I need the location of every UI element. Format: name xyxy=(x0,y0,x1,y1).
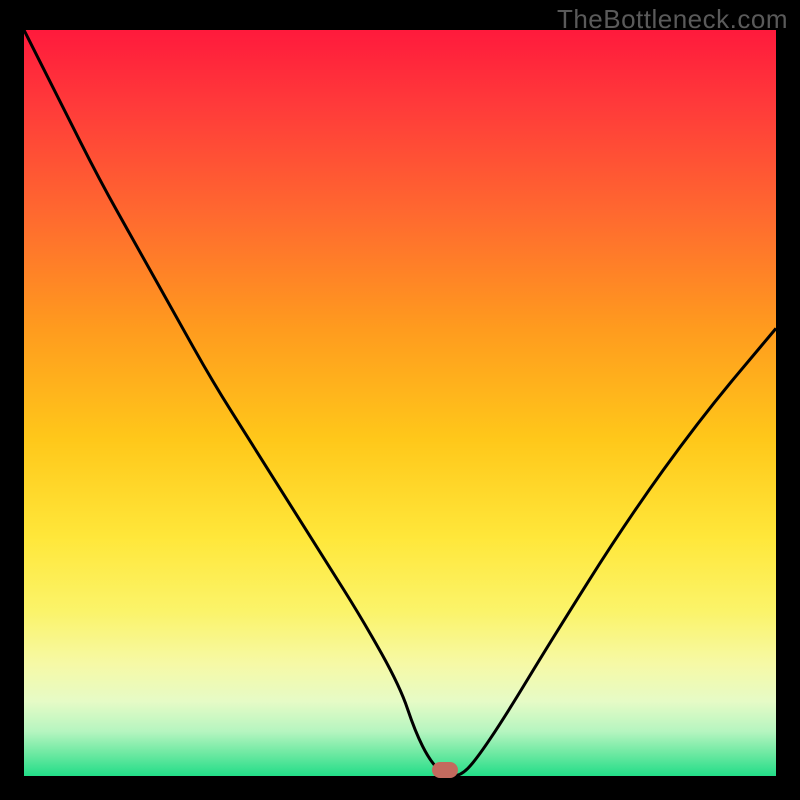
bottleneck-curve xyxy=(24,30,776,776)
optimal-point-marker xyxy=(432,762,458,778)
curve-svg xyxy=(24,30,776,776)
plot-area xyxy=(24,30,776,776)
chart-frame: TheBottleneck.com xyxy=(0,0,800,800)
watermark-text: TheBottleneck.com xyxy=(557,4,788,35)
